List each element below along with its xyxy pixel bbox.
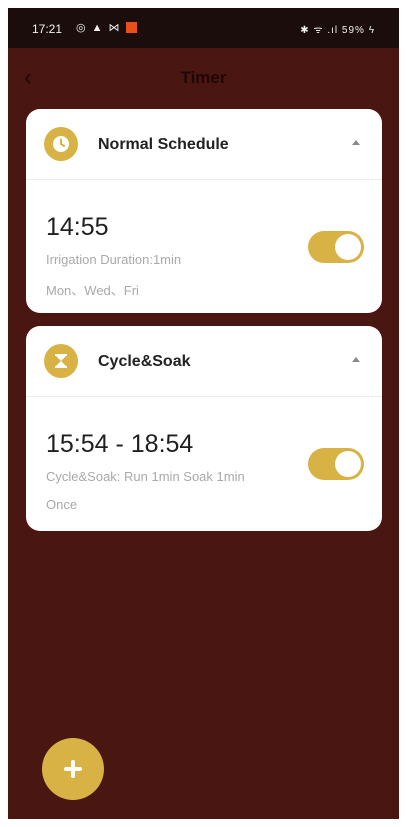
app-notification-icon [125, 22, 137, 33]
clock-icon [44, 127, 78, 161]
schedule-detail: Irrigation Duration:1min [46, 252, 182, 267]
card-title: Normal Schedule [98, 136, 229, 153]
schedule-card-cycle-soak: Cycle&Soak 15:54 - 18:54 Cycle&Soak: Run… [26, 326, 382, 531]
chevron-up-icon[interactable] [352, 140, 360, 145]
schedule-card-normal: Normal Schedule 14:55 Irrigation Duratio… [26, 109, 382, 313]
add-schedule-button[interactable] [42, 738, 104, 800]
schedule-time: 14:55 [46, 213, 109, 241]
schedule-toggle[interactable] [308, 448, 364, 480]
schedule-detail: Cycle&Soak: Run 1min Soak 1min [46, 469, 245, 484]
toggle-knob [335, 234, 361, 260]
chevron-up-icon[interactable] [352, 357, 360, 362]
top-bar: ‹ Timer [8, 48, 399, 108]
notification-icons: ◎ ▲ ⋈ [76, 21, 137, 34]
alert-icon: ▲ [91, 21, 103, 34]
mail-icon: ⋈ [108, 22, 120, 34]
schedule-time: 15:54 - 18:54 [46, 430, 194, 458]
page-title: Timer [180, 68, 227, 87]
plus-icon [64, 760, 82, 778]
status-bar: 17:21 ◎ ▲ ⋈ ✱ ᯤ .ıl 59% ϟ [8, 8, 399, 48]
status-right-icons: ✱ ᯤ .ıl 59% ϟ [300, 25, 375, 36]
card-header[interactable]: Cycle&Soak [26, 326, 382, 397]
schedule-days: Mon、Wed、Fri [46, 283, 139, 298]
whatsapp-icon: ◎ [76, 22, 86, 34]
hourglass-icon [44, 344, 78, 378]
toggle-knob [335, 451, 361, 477]
schedule-days: Once [46, 497, 78, 512]
phone-screen: 17:21 ◎ ▲ ⋈ ✱ ᯤ .ıl 59% ϟ ‹ Timer Normal… [8, 8, 399, 819]
schedule-toggle[interactable] [308, 231, 364, 263]
card-header[interactable]: Normal Schedule [26, 109, 382, 180]
status-time: 17:21 [32, 22, 63, 36]
card-title: Cycle&Soak [98, 353, 191, 370]
